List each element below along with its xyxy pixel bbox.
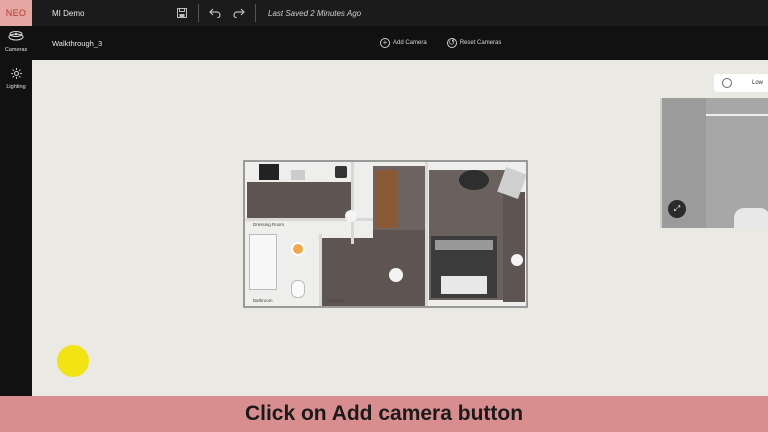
project-name[interactable]: MI Demo	[52, 9, 132, 18]
render-quality-select[interactable]: Low	[714, 74, 768, 92]
armchair	[335, 166, 347, 178]
plus-circle-icon: +	[380, 38, 390, 48]
reset-icon: ↺	[446, 38, 457, 48]
add-camera-button[interactable]: + Add Camera	[380, 38, 427, 48]
master-side-floor	[503, 192, 525, 302]
last-saved-status: Last Saved 2 Minutes Ago	[268, 8, 362, 18]
cabinet	[259, 164, 279, 180]
preview-fixture	[734, 208, 768, 228]
quality-icon	[722, 78, 732, 88]
living-floor	[247, 182, 353, 218]
pillows	[435, 240, 493, 250]
round-table	[389, 268, 403, 282]
top-bar: NEO MI Demo Last Saved 2 Minutes Ago	[0, 0, 768, 26]
reset-cameras-label: Reset Cameras	[459, 40, 502, 46]
add-camera-label: Add Camera	[393, 40, 427, 46]
walkthrough-name[interactable]: Walkthrough_3	[52, 39, 102, 48]
wall	[319, 234, 322, 306]
quality-value: Low	[752, 80, 764, 86]
redo-icon[interactable]	[231, 5, 247, 21]
undo-icon[interactable]	[207, 5, 223, 21]
toilet	[291, 280, 305, 298]
toolbar-divider	[198, 4, 199, 22]
sidebar-item-cameras[interactable]: Cameras	[0, 30, 32, 53]
rug	[459, 170, 489, 190]
camera-preview[interactable]: ⤢	[660, 98, 768, 228]
reset-cameras-button[interactable]: ↺ Reset Cameras	[446, 38, 502, 48]
sidebar-item-label: Lighting	[6, 84, 26, 90]
preview-shelf	[706, 114, 768, 116]
room-label-bathroom: Bathroom	[253, 298, 273, 303]
room-label-dressing: Dressing Room	[253, 222, 285, 227]
app-logo[interactable]: NEO	[0, 0, 32, 26]
side-table	[511, 254, 523, 266]
walkthrough-bar: Walkthrough_3 + Add Camera ↺ Reset Camer…	[32, 26, 768, 60]
floor-plan[interactable]: Dressing Room Bathroom Bedroom	[243, 160, 528, 308]
cursor-highlight	[57, 345, 89, 377]
bed	[431, 236, 497, 298]
left-sidebar: Cameras Lighting	[0, 26, 32, 432]
desk	[375, 170, 397, 228]
expand-preview-icon[interactable]: ⤢	[668, 200, 686, 218]
app-root: NEO MI Demo Last Saved 2 Minutes Ago Cam…	[0, 0, 768, 432]
save-icon[interactable]	[174, 5, 190, 21]
toolbar-divider	[255, 4, 256, 22]
sidebar-item-lighting[interactable]: Lighting	[0, 68, 32, 90]
sidebar-item-label: Cameras	[4, 47, 28, 53]
stool	[345, 210, 357, 222]
sun-icon	[10, 68, 22, 82]
appliance	[291, 170, 305, 180]
camera-marker[interactable]	[291, 242, 305, 256]
camera-stack-icon	[8, 30, 24, 45]
wall	[425, 162, 428, 306]
shower	[249, 234, 277, 290]
tutorial-caption: Click on Add camera button	[0, 396, 768, 432]
camera-actions: + Add Camera ↺ Reset Cameras	[380, 26, 501, 60]
room-label-bedroom: Bedroom	[327, 298, 346, 303]
wall	[351, 162, 354, 244]
bed-runner	[441, 276, 487, 294]
